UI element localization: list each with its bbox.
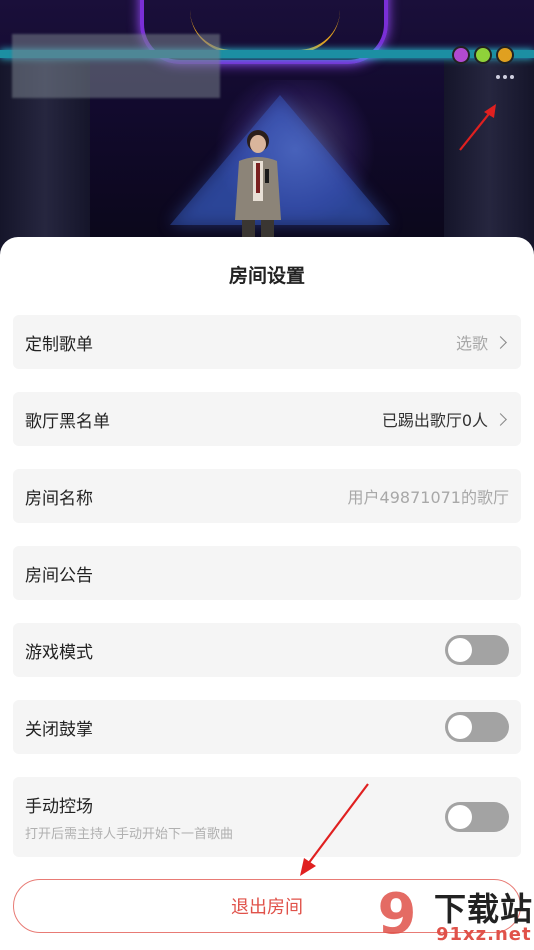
row-label: 歌厅黑名单 bbox=[25, 411, 110, 432]
row-game-mode: 游戏模式 bbox=[13, 623, 521, 677]
room-settings-sheet: 房间设置 定制歌单 选歌 歌厅黑名单 已踢出歌厅0人 房间名称 用户498710… bbox=[0, 237, 534, 950]
room-name-value: 用户49871071的歌厅 bbox=[347, 488, 509, 507]
row-disable-applause: 关闭鼓掌 bbox=[13, 700, 521, 754]
row-custom-playlist[interactable]: 定制歌单 选歌 bbox=[13, 315, 521, 369]
karaoke-stage-view bbox=[0, 0, 534, 260]
manual-control-toggle[interactable] bbox=[445, 802, 509, 832]
watermark-url: 91xz.net bbox=[436, 924, 532, 945]
indicator-dot-green bbox=[474, 46, 492, 64]
row-room-announcement[interactable]: 房间公告 bbox=[13, 546, 521, 600]
blurred-info-panel bbox=[12, 34, 220, 98]
chevron-right-icon bbox=[494, 335, 507, 349]
chevron-right-icon bbox=[494, 412, 507, 426]
watermark-logo: 9 bbox=[377, 882, 417, 947]
select-song-value: 选歌 bbox=[455, 334, 488, 353]
more-icon[interactable] bbox=[488, 66, 522, 88]
stage-pillar-right bbox=[444, 60, 534, 260]
performer-avatar bbox=[235, 130, 281, 245]
disable-applause-toggle[interactable] bbox=[445, 712, 509, 742]
row-manual-control: 手动控场 打开后需主持人手动开始下一首歌曲 bbox=[13, 777, 521, 857]
row-label: 手动控场 bbox=[25, 797, 93, 817]
row-label: 定制歌单 bbox=[25, 334, 93, 355]
indicator-dot-purple bbox=[452, 46, 470, 64]
row-blacklist[interactable]: 歌厅黑名单 已踢出歌厅0人 bbox=[13, 392, 521, 446]
row-sublabel: 打开后需主持人手动开始下一首歌曲 bbox=[25, 827, 234, 842]
row-label: 游戏模式 bbox=[25, 642, 93, 663]
row-action: 选歌 bbox=[456, 330, 509, 354]
game-mode-toggle[interactable] bbox=[445, 635, 509, 665]
row-label: 房间名称 bbox=[25, 488, 93, 509]
row-action: 已踢出歌厅0人 bbox=[382, 407, 509, 431]
row-label: 房间公告 bbox=[25, 565, 93, 586]
row-label: 关闭鼓掌 bbox=[25, 719, 93, 740]
sheet-title: 房间设置 bbox=[228, 265, 305, 287]
row-room-name[interactable]: 房间名称 用户49871071的歌厅 bbox=[13, 469, 521, 523]
site-watermark: 9 下载站 91xz.net bbox=[360, 880, 534, 950]
indicator-dot-yellow bbox=[496, 46, 514, 64]
kicked-count-value: 已踢出歌厅0人 bbox=[381, 411, 488, 430]
color-indicators bbox=[452, 46, 514, 64]
manual-control-text: 手动控场 打开后需主持人手动开始下一首歌曲 bbox=[25, 792, 233, 842]
